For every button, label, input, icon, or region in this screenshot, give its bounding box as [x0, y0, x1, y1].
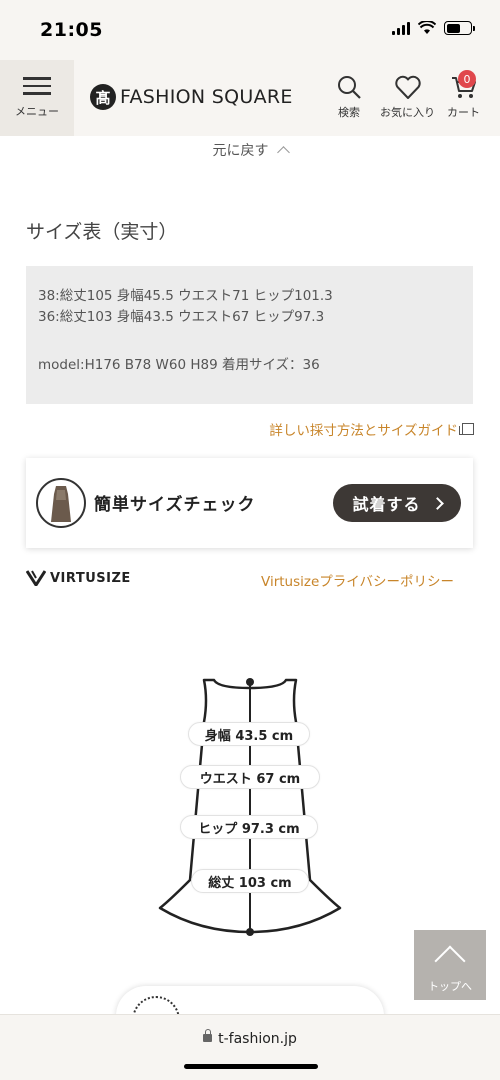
virtusize-mark-icon — [26, 570, 46, 586]
search-label: 検索 — [338, 106, 360, 119]
virtusize-logo: VIRTUSIZE — [26, 570, 131, 586]
virtusize-card: 簡単サイズチェック 試着する — [26, 458, 473, 548]
measure-width-label: 身幅 43.5 cm — [188, 722, 310, 746]
try-on-button[interactable]: 試着する — [333, 484, 461, 522]
logo-mark: 髙 — [90, 84, 116, 110]
cart-label: カート — [447, 106, 480, 119]
favorites-label: お気に入り — [380, 106, 435, 119]
back-to-top-button[interactable]: トップへ — [414, 930, 486, 1000]
brand-logo[interactable]: 髙 FASHION SQUARE — [90, 84, 293, 110]
chevron-up-icon — [434, 945, 466, 977]
menu-label: メニュー — [15, 104, 59, 118]
status-bar: 21:05 — [0, 0, 500, 60]
wifi-icon — [418, 21, 436, 34]
chevron-right-icon — [430, 496, 444, 510]
try-on-label: 試着する — [352, 495, 421, 514]
cart-button[interactable]: カート 0 — [447, 70, 480, 120]
url-display: t-fashion.jp — [0, 1029, 500, 1047]
menu-button[interactable]: メニュー — [0, 60, 74, 136]
signal-icon — [392, 21, 410, 35]
favorites-button[interactable]: お気に入り — [380, 74, 435, 120]
site-header: メニュー 髙 FASHION SQUARE 検索 お気に入り カート 0 — [0, 60, 500, 136]
chevron-up-icon — [276, 146, 290, 159]
size-row: 36:総丈103 身幅43.5 ウエスト67 ヒップ97.3 — [38, 309, 325, 325]
measure-hip-label: ヒップ 97.3 cm — [180, 815, 318, 839]
status-time: 21:05 — [40, 19, 103, 41]
virtusize-privacy-link[interactable]: Virtusizeプライバシーポリシー — [261, 570, 454, 590]
measure-length-label: 総丈 103 cm — [191, 869, 309, 893]
measure-waist-label: ウエスト 67 cm — [180, 765, 320, 789]
size-table-heading: サイズ表（実寸） — [26, 221, 178, 243]
url-text: t-fashion.jp — [218, 1031, 297, 1047]
back-to-top-label: トップへ — [428, 980, 472, 993]
collapse-label: 元に戻す — [212, 143, 269, 159]
virtusize-logo-text: VIRTUSIZE — [50, 570, 131, 586]
dress-thumbnail — [36, 478, 86, 528]
status-icons — [392, 21, 475, 35]
search-button[interactable]: 検索 — [336, 74, 362, 120]
cart-count-badge: 0 — [458, 70, 476, 88]
model-info: model:H176 B78 W60 H89 着用サイズ：36 — [38, 357, 320, 373]
external-link-icon — [459, 423, 474, 435]
collapse-link[interactable]: 元に戻す — [0, 140, 500, 160]
size-table-box: 38:総丈105 身幅45.5 ウエスト71 ヒップ101.3 36:総丈103… — [26, 266, 473, 404]
browser-url-bar[interactable]: t-fashion.jp — [0, 1014, 500, 1080]
search-icon — [338, 76, 361, 99]
battery-icon — [444, 21, 475, 35]
size-check-title: 簡単サイズチェック — [94, 495, 256, 515]
hamburger-icon — [23, 77, 51, 95]
size-guide-link[interactable]: 詳しい採寸方法とサイズガイド — [269, 419, 474, 439]
heart-icon — [394, 75, 421, 99]
home-indicator — [184, 1064, 318, 1069]
size-guide-label: 詳しい採寸方法とサイズガイド — [269, 423, 458, 439]
size-row: 38:総丈105 身幅45.5 ウエスト71 ヒップ101.3 — [38, 288, 333, 304]
lock-icon — [203, 1029, 213, 1042]
dress-measurement-diagram — [158, 678, 342, 936]
brand-name: FASHION SQUARE — [120, 86, 293, 108]
